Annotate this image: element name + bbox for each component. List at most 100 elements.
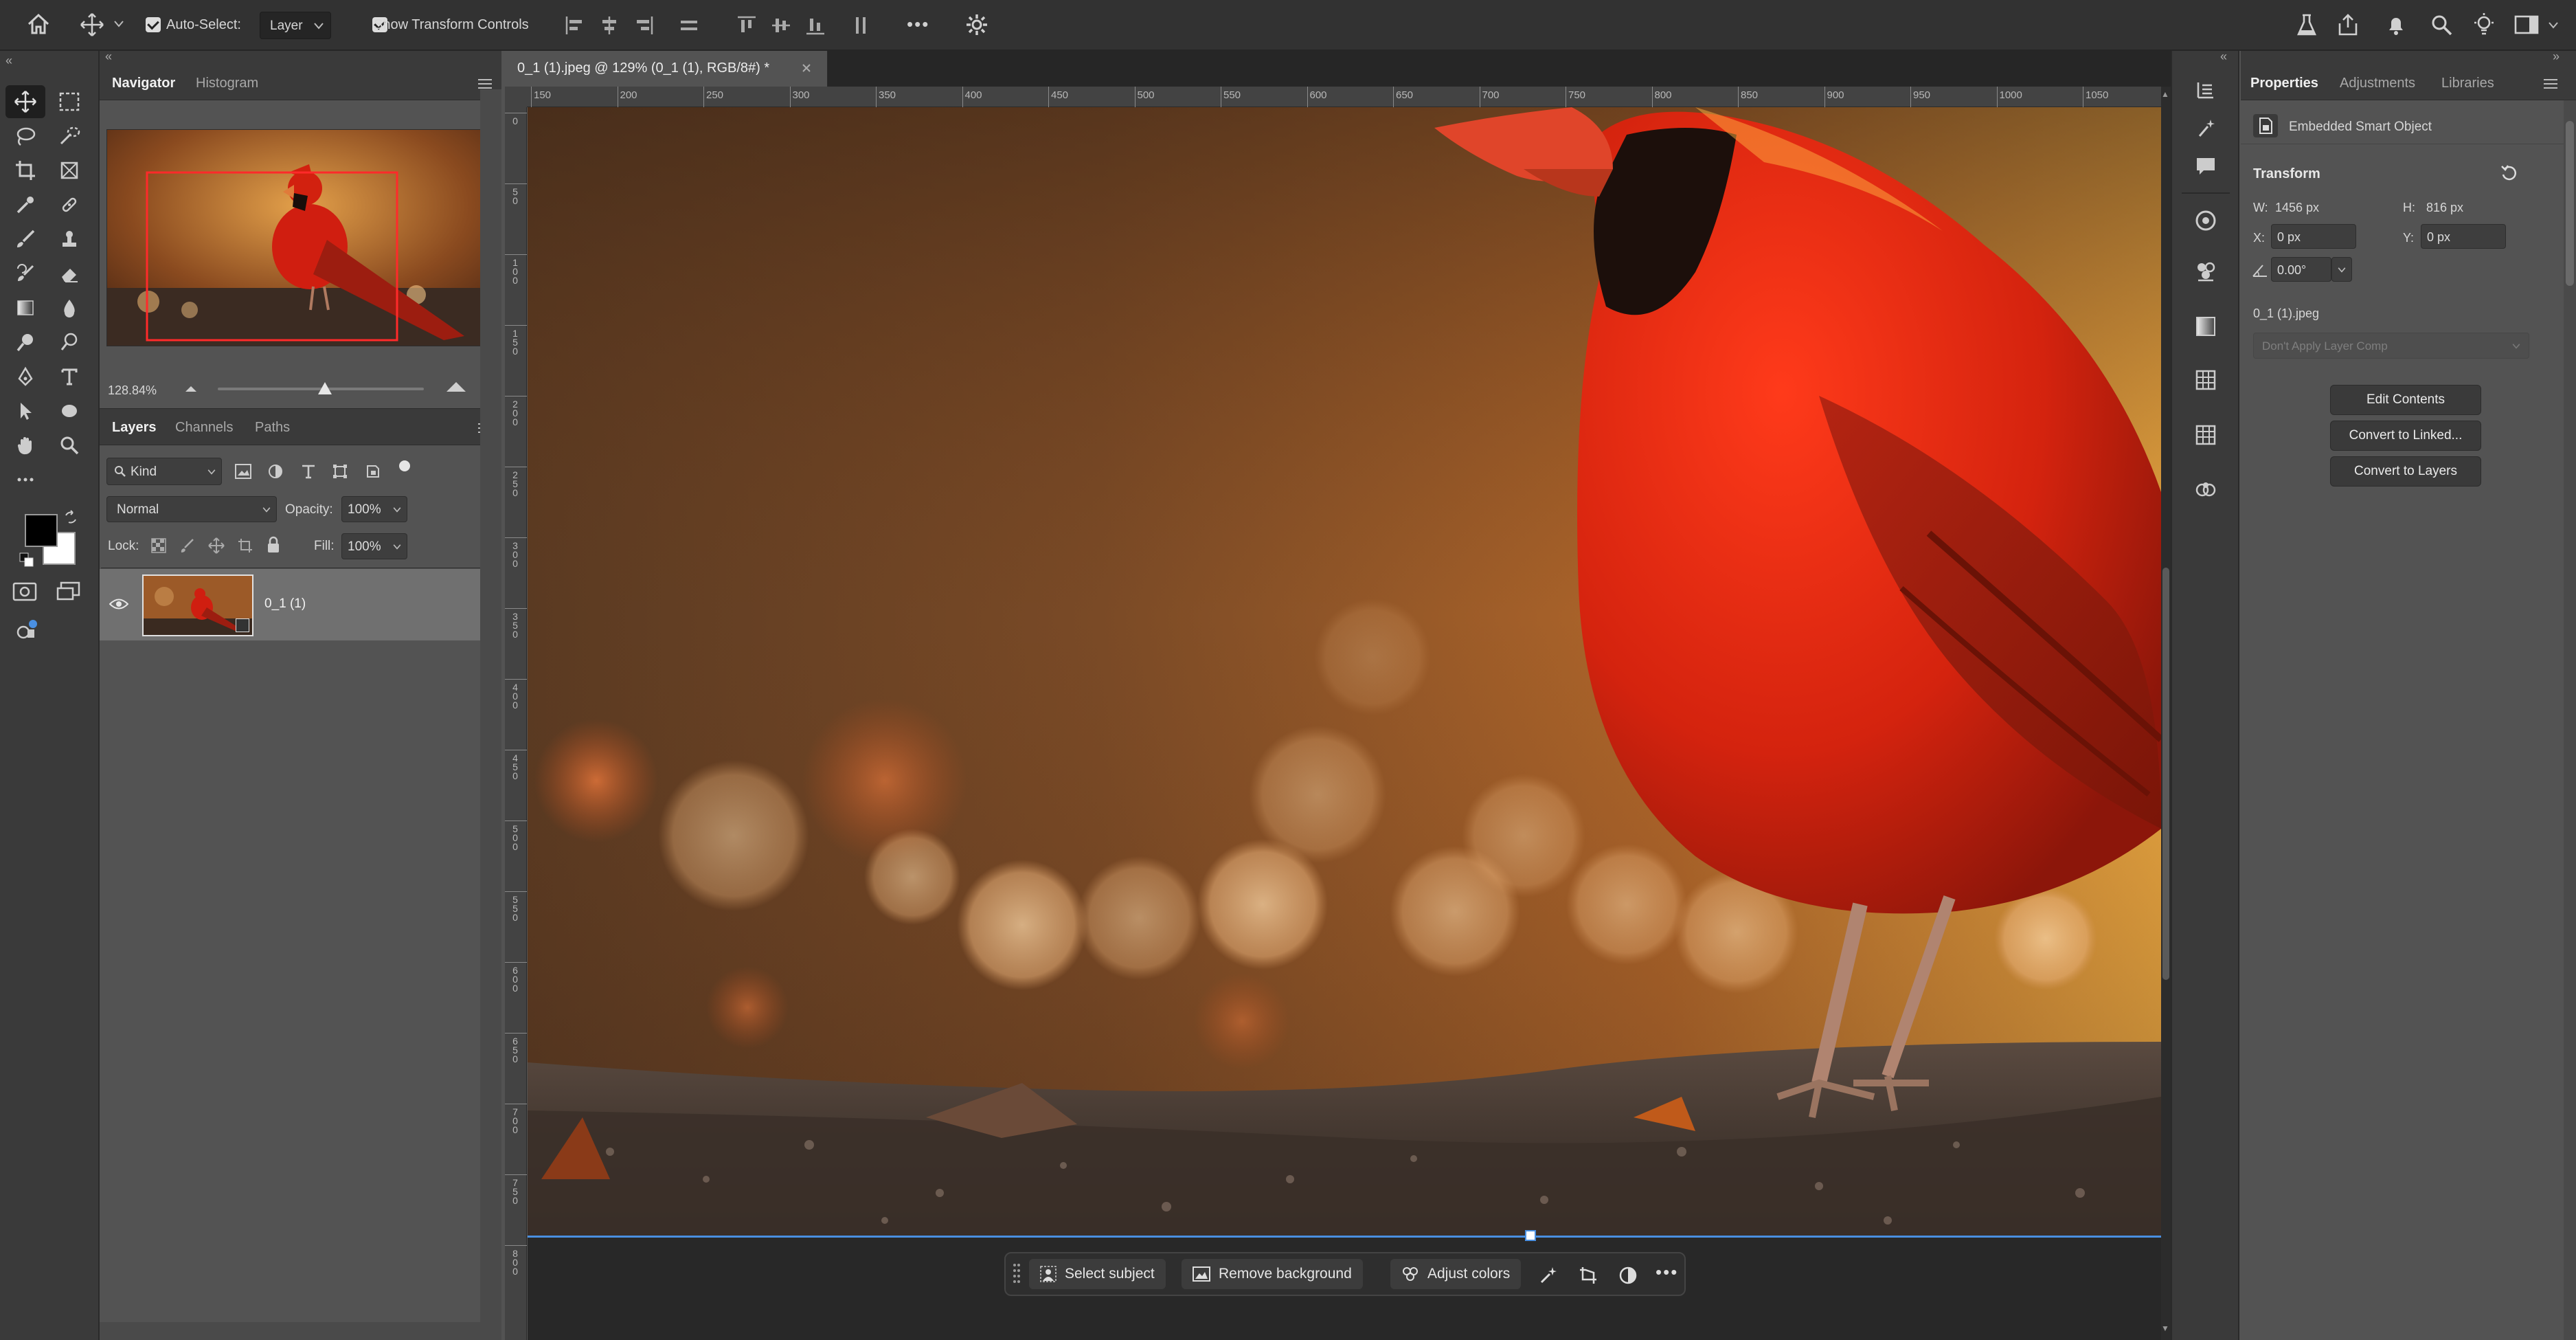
x-position-field[interactable]: 0 px	[2271, 224, 2356, 249]
gradient-icon[interactable]	[5, 291, 45, 324]
opacity-field[interactable]: 100%	[341, 496, 407, 522]
layer-thumbnail[interactable]	[142, 574, 253, 636]
width-value[interactable]: 1456 px	[2275, 201, 2319, 215]
canvas-image[interactable]	[528, 107, 2161, 1236]
remove-background-button[interactable]: Remove background	[1182, 1259, 1363, 1289]
zoom-out-icon[interactable]	[183, 383, 199, 393]
fill-field[interactable]: 100%	[341, 533, 407, 559]
y-position-field[interactable]: 0 px	[2421, 224, 2506, 249]
hand-icon[interactable]	[5, 429, 45, 462]
lock-image-pixels-icon[interactable]	[179, 537, 196, 554]
auto-select-checkbox[interactable]	[146, 17, 161, 32]
filter-pixel-icon[interactable]	[234, 463, 252, 480]
collapse-panels-icon[interactable]: »	[2553, 49, 2560, 64]
generative-icon[interactable]	[15, 617, 40, 642]
height-value[interactable]: 816 px	[2426, 201, 2463, 215]
layer-name[interactable]: 0_1 (1)	[264, 596, 306, 612]
tab-adjustments[interactable]: Adjustments	[2340, 76, 2415, 91]
collapse-toolbar-icon[interactable]: «	[5, 54, 12, 68]
history-panel-icon[interactable]	[2194, 78, 2217, 102]
more-options-button[interactable]: •••	[907, 14, 929, 35]
home-icon[interactable]	[26, 12, 51, 36]
scrollbar-thumb[interactable]	[2566, 121, 2574, 286]
sparkle-wand-icon[interactable]	[1539, 1266, 1558, 1285]
frame-icon[interactable]	[49, 154, 89, 187]
more-options-icon[interactable]: •••	[1656, 1262, 1678, 1283]
ruler-origin[interactable]	[505, 87, 527, 107]
distribute-horizontal-icon[interactable]	[850, 15, 871, 36]
angle-field[interactable]: 0.00°	[2271, 257, 2331, 282]
eye-icon[interactable]	[109, 598, 128, 610]
lock-position-icon[interactable]	[208, 537, 225, 554]
object-selection-icon[interactable]	[49, 120, 89, 153]
expand-panels-icon[interactable]: «	[2220, 49, 2227, 64]
align-top-edges-icon[interactable]	[736, 15, 757, 36]
auto-select-target-dropdown[interactable]: Layer	[260, 12, 331, 39]
color-panel-icon[interactable]	[2194, 209, 2217, 232]
tab-channels[interactable]: Channels	[175, 420, 234, 436]
convert-to-linked-button[interactable]: Convert to Linked...	[2330, 421, 2481, 451]
comments-panel-icon[interactable]	[2194, 155, 2217, 179]
crop-icon[interactable]	[5, 154, 45, 187]
filter-type-icon[interactable]	[300, 463, 317, 480]
scrollbar-thumb[interactable]	[2162, 568, 2169, 980]
chevron-down-icon[interactable]	[114, 21, 124, 27]
gradients-panel-icon[interactable]	[2194, 315, 2217, 338]
layer-comp-dropdown[interactable]: Don't Apply Layer Comp	[2253, 333, 2529, 359]
convert-to-layers-button[interactable]: Convert to Layers	[2330, 456, 2481, 487]
default-colors-icon[interactable]	[19, 552, 34, 568]
type-icon[interactable]	[49, 360, 89, 393]
align-bottom-edges-icon[interactable]	[805, 15, 826, 36]
lasso-icon[interactable]	[5, 120, 45, 153]
adjust-colors-button[interactable]: Adjust colors	[1390, 1259, 1522, 1289]
document-tab[interactable]: 0_1 (1).jpeg @ 129% (0_1 (1), RGB/8#) *	[505, 51, 828, 87]
tab-histogram[interactable]: Histogram	[196, 76, 258, 91]
close-icon[interactable]	[802, 63, 811, 73]
chevron-down-icon[interactable]	[393, 507, 401, 513]
layer-filter-kind-dropdown[interactable]: Kind	[106, 458, 222, 485]
path-selection-icon[interactable]	[5, 394, 45, 427]
clone-stamp-icon[interactable]	[49, 223, 89, 256]
panel-menu-icon[interactable]	[2543, 78, 2558, 89]
sponge-icon[interactable]	[49, 326, 89, 359]
angle-dropdown[interactable]	[2331, 257, 2352, 282]
tab-paths[interactable]: Paths	[255, 420, 290, 436]
zoom-icon[interactable]	[49, 429, 89, 462]
ellipse-shape-icon[interactable]	[49, 394, 89, 427]
blur-icon[interactable]	[49, 291, 89, 324]
vertical-scrollbar[interactable]: ▲ ▼	[2161, 87, 2171, 1340]
tab-layers[interactable]: Layers	[112, 420, 157, 436]
blend-mode-dropdown[interactable]: Normal	[106, 496, 277, 522]
chevron-down-icon[interactable]	[393, 544, 401, 550]
filter-smart-object-icon[interactable]	[365, 463, 381, 480]
chevron-down-icon[interactable]	[2549, 22, 2558, 29]
distribute-vertical-icon[interactable]	[679, 15, 699, 36]
gear-icon[interactable]	[964, 12, 989, 37]
eraser-icon[interactable]	[49, 257, 89, 290]
panel-menu-icon[interactable]	[477, 78, 493, 89]
layer-row[interactable]: 0_1 (1)	[100, 569, 480, 640]
navigator-zoom-value[interactable]: 128.84%	[108, 383, 157, 398]
drag-handle-icon[interactable]	[1013, 1262, 1021, 1286]
tab-properties[interactable]: Properties	[2250, 76, 2318, 91]
edit-toolbar-icon[interactable]	[5, 463, 45, 496]
select-subject-button[interactable]: Select subject	[1029, 1259, 1166, 1289]
lock-artboard-icon[interactable]	[237, 537, 253, 554]
lock-all-icon[interactable]	[266, 536, 281, 554]
history-brush-icon[interactable]	[5, 257, 45, 290]
tab-navigator[interactable]: Navigator	[112, 76, 175, 91]
align-vertical-centers-icon[interactable]	[771, 15, 791, 36]
rectangular-marquee-icon[interactable]	[49, 85, 89, 118]
actions-panel-icon[interactable]	[2194, 117, 2217, 140]
navigator-zoom-slider-thumb[interactable]	[318, 382, 332, 394]
align-left-edges-icon[interactable]	[565, 15, 585, 36]
swatches-panel-icon[interactable]	[2194, 260, 2217, 283]
collapse-panels-icon[interactable]: «	[105, 49, 112, 64]
move-tool-icon[interactable]	[80, 12, 104, 37]
swap-colors-icon[interactable]	[63, 510, 78, 525]
lock-transparent-pixels-icon[interactable]	[150, 537, 167, 554]
zoom-in-icon[interactable]	[444, 379, 468, 393]
transform-handle[interactable]	[1525, 1230, 1536, 1241]
pen-icon[interactable]	[5, 360, 45, 393]
dodge-icon[interactable]	[5, 326, 45, 359]
